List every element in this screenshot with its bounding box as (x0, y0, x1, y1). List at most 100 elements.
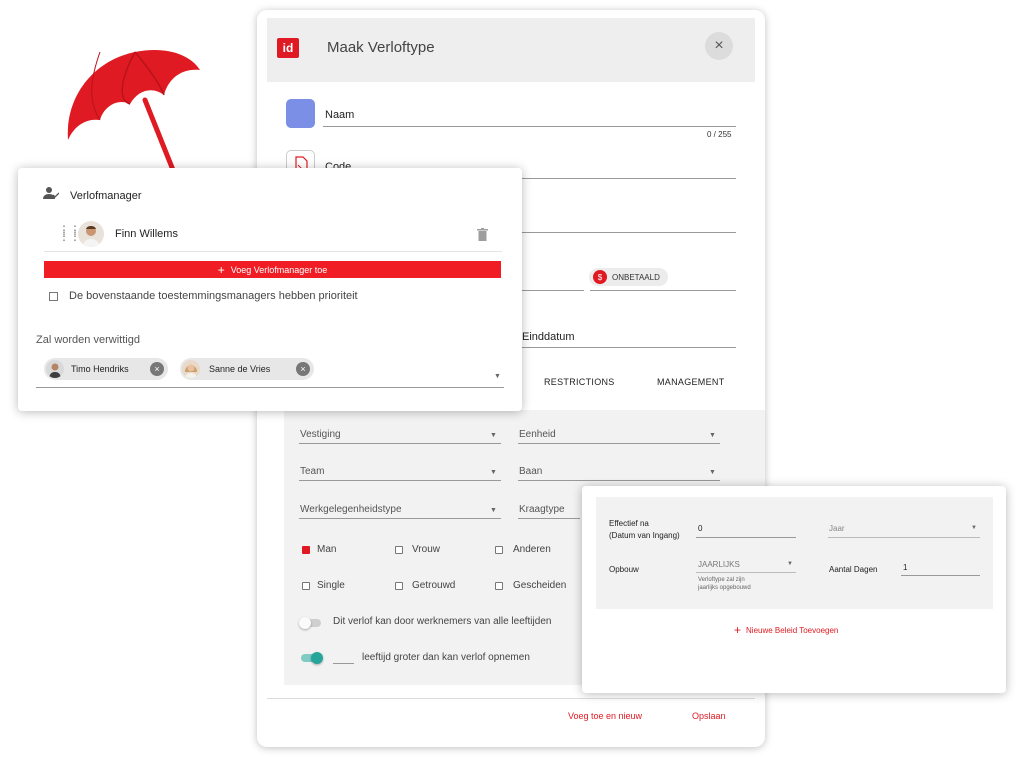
leave-manager-card: Verlofmanager ⋮⋮ ⋮⋮ Finn Willems + Voeg V… (18, 168, 522, 411)
baan-underline (518, 480, 720, 481)
plus-icon: + (217, 262, 225, 277)
vrouw-label: Vrouw (412, 544, 440, 555)
days-label: Aantal Dagen (829, 565, 878, 574)
buildup-hint: jaarlijks opgebouwd (698, 585, 751, 591)
naam-input[interactable] (323, 126, 736, 127)
drag-handle-icon[interactable]: ⋮⋮ ⋮⋮ (58, 224, 81, 242)
employment-type-select[interactable]: Werkgelegenheidstype (300, 504, 402, 515)
tab-restrictions[interactable]: RESTRICTIONS (544, 377, 615, 387)
chevron-down-icon: ▼ (971, 525, 977, 531)
eenheid-underline (518, 443, 720, 444)
policy-card: Effectief na (Datum van Ingang) 0 Jaar ▼… (582, 486, 1006, 693)
buildup-underline (696, 572, 796, 573)
avatar (46, 360, 64, 378)
remove-chip-icon[interactable]: × (296, 362, 310, 376)
notify-chip-name: Timo Hendriks (71, 364, 129, 374)
unpaid-toggle[interactable]: $ ONBETAALD (589, 268, 668, 286)
effective-sublabel: (Datum van Ingang) (609, 531, 680, 540)
baan-select[interactable]: Baan (519, 466, 542, 477)
payment-underline (590, 290, 736, 291)
gescheiden-label: Gescheiden (513, 580, 567, 591)
chevron-down-icon: ▼ (490, 432, 497, 439)
description-input[interactable] (522, 232, 736, 233)
vestiging-select[interactable]: Vestiging (300, 429, 341, 440)
notify-label: Zal worden verwittigd (36, 334, 140, 346)
effective-input[interactable]: 0 (698, 523, 702, 534)
chevron-down-icon: ▼ (709, 469, 716, 476)
collar-type-underline (518, 518, 580, 519)
naam-label: Naam (325, 109, 355, 121)
add-and-new-button[interactable]: Voeg toe en nieuw (568, 711, 642, 721)
dialog-title: Maak Verloftype (327, 39, 435, 56)
buildup-hint: Verloftype zal zijn (698, 577, 745, 583)
close-button[interactable]: × (705, 32, 733, 60)
days-underline (901, 575, 980, 576)
color-picker-swatch[interactable] (286, 99, 315, 128)
manager-section-title: Verlofmanager (70, 190, 142, 202)
man-checkbox[interactable] (302, 546, 310, 554)
dollar-icon: $ (593, 270, 607, 284)
single-label: Single (317, 580, 345, 591)
end-date-input[interactable] (522, 347, 736, 348)
all-ages-label: Dit verlof kan door werknemers van alle … (333, 616, 552, 627)
anderen-checkbox[interactable] (495, 546, 503, 554)
priority-label: De bovenstaande toestemmingsmanagers heb… (69, 290, 358, 302)
close-icon: × (714, 37, 724, 54)
person-check-icon (43, 187, 59, 199)
priority-checkbox[interactable] (49, 292, 58, 301)
plus-icon: + (734, 623, 742, 637)
buildup-label: Opbouw (609, 565, 639, 574)
getrouwd-label: Getrouwd (412, 580, 456, 591)
naam-counter: 0 / 255 (707, 130, 732, 139)
age-limit-label: leeftijd groter dan kan verlof opnemen (362, 652, 530, 663)
effective-label: Effectief na (609, 519, 649, 528)
vestiging-underline (299, 443, 501, 444)
period-underline (828, 537, 980, 538)
team-underline (299, 480, 501, 481)
man-label: Man (317, 544, 337, 555)
days-input[interactable]: 1 (903, 562, 907, 573)
remove-chip-icon[interactable]: × (150, 362, 164, 376)
getrouwd-checkbox[interactable] (395, 582, 403, 590)
add-manager-button[interactable]: + Voeg Verlofmanager toe (44, 261, 501, 278)
collar-type-select[interactable]: Kraagtype (519, 504, 565, 515)
notify-chip-name: Sanne de Vries (209, 364, 271, 374)
footer-divider (267, 698, 755, 699)
eenheid-select[interactable]: Eenheid (519, 429, 556, 440)
manager-name: Finn Willems (115, 228, 178, 240)
chevron-down-icon: ▼ (709, 432, 716, 439)
employment-type-underline (299, 518, 501, 519)
policy-panel (596, 497, 993, 609)
single-checkbox[interactable] (302, 582, 310, 590)
team-select[interactable]: Team (300, 466, 324, 477)
add-policy-button[interactable]: + Nieuwe Beleid Toevoegen (734, 623, 838, 637)
manager-row (44, 216, 502, 252)
end-date-label: Einddatum (522, 331, 575, 343)
toggle-knob (299, 617, 311, 629)
type-input[interactable] (522, 290, 584, 291)
chevron-down-icon: ▼ (490, 469, 497, 476)
chevron-down-icon: ▼ (490, 507, 497, 514)
notify-chip: Sanne de Vries × (180, 358, 314, 380)
tab-management[interactable]: MANAGEMENT (657, 377, 725, 387)
trash-icon[interactable] (477, 228, 488, 241)
chevron-down-icon: ▼ (787, 561, 793, 567)
age-input[interactable] (333, 663, 354, 664)
avatar (78, 221, 104, 247)
period-select[interactable]: Jaar (829, 523, 845, 534)
toggle-knob (311, 652, 323, 664)
chevron-down-icon[interactable]: ▼ (494, 373, 501, 380)
add-policy-label: Nieuwe Beleid Toevoegen (746, 625, 839, 635)
anderen-label: Anderen (513, 544, 551, 555)
unpaid-label: ONBETAALD (612, 272, 660, 282)
notify-chip: Timo Hendriks × (44, 358, 168, 380)
add-manager-label: Voeg Verlofmanager toe (230, 264, 328, 275)
avatar (182, 360, 200, 378)
effective-underline (696, 537, 796, 538)
save-button[interactable]: Opslaan (692, 711, 726, 721)
vrouw-checkbox[interactable] (395, 546, 403, 554)
brand-logo: id (277, 38, 299, 58)
buildup-select[interactable]: JAARLIJKS (698, 559, 740, 570)
notify-select-underline (36, 387, 504, 388)
gescheiden-checkbox[interactable] (495, 582, 503, 590)
